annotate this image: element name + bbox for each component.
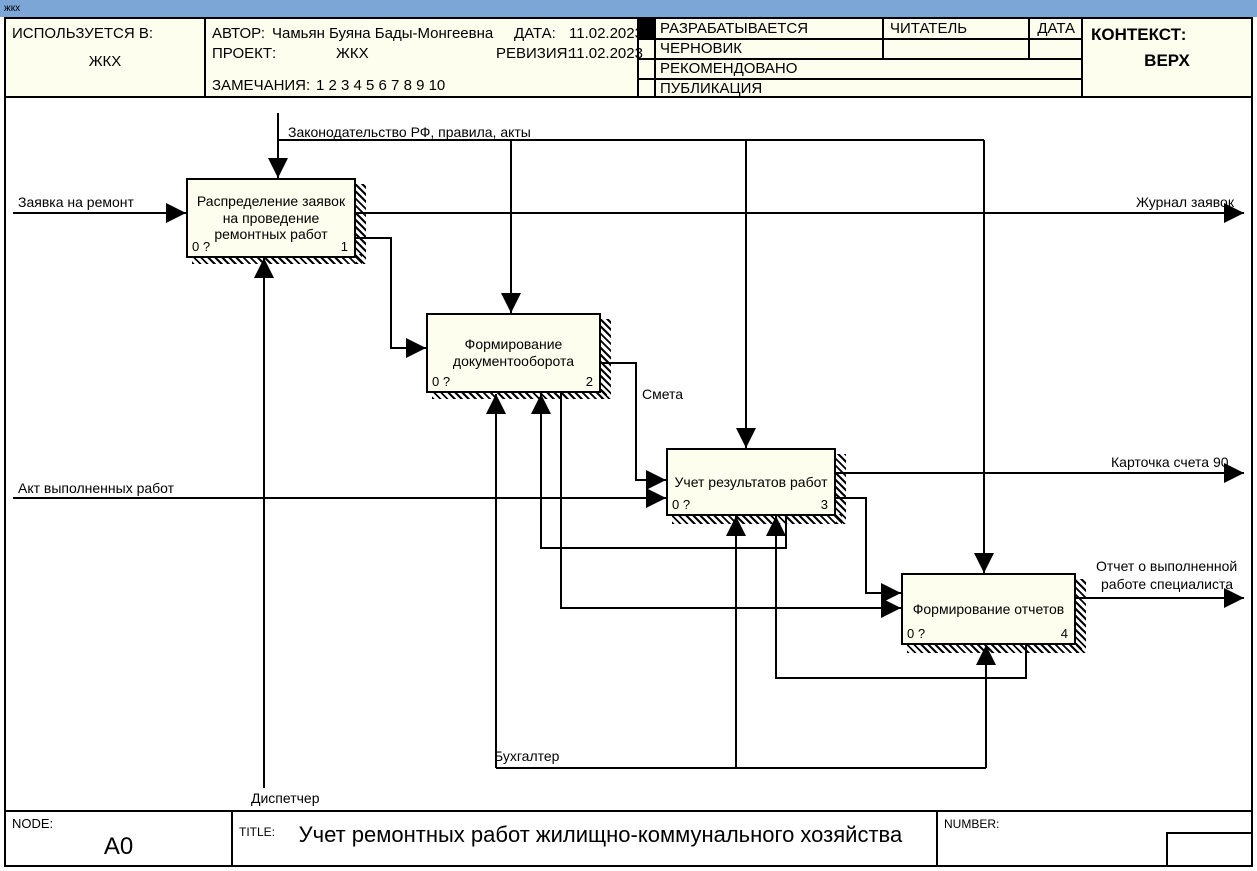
output-account-card: Карточка счета 90 (1111, 454, 1229, 470)
revision-value: 11.02.2023 (569, 45, 643, 62)
project-label: ПРОЕКТ: (212, 45, 276, 62)
block2-title: Формирование документооборота (432, 336, 595, 370)
block4-title: Формирование отчетов (913, 601, 1065, 618)
block3-idx-l: 0 ? (672, 497, 690, 512)
status-reader: ЧИТАТЕЛЬ (886, 19, 1032, 39)
header: ИСПОЛЬЗУЕТСЯ В: ЖКХ АВТОР: Чамьян Буяна … (6, 19, 1251, 98)
node-label: NODE: (12, 816, 53, 831)
block-1-wrapper: Распределение заявок на проведение ремон… (186, 178, 362, 264)
author-value: Чамьян Буяна Бады-Монгеевна (272, 25, 493, 42)
block-form-reports: Формирование отчетов 0 ? 4 (901, 573, 1076, 645)
mechanism-dispatcher: Диспетчер (251, 790, 319, 806)
status-table: РАЗРАБАТЫВАЕТСЯ ЧИТАТЕЛЬ ДАТА ЧЕРНОВИК Р… (639, 19, 1081, 98)
number-label: NUMBER: (944, 817, 999, 831)
block2-idx-l: 0 ? (432, 374, 450, 389)
block1-title: Распределение заявок на проведение ремон… (192, 193, 350, 243)
block-2-wrapper: Формирование документооборота 0 ? 2 (426, 313, 607, 399)
block3-title: Учет результатов работ (675, 474, 828, 491)
block4-idx-r: 4 (1061, 626, 1068, 641)
status-publication: ПУБЛИКАЦИЯ (656, 79, 762, 99)
block3-idx-r: 3 (821, 497, 828, 512)
block1-idx-l: 0 ? (192, 239, 210, 254)
page: жкх ИСПОЛЬЗУЕТСЯ В: ЖКХ АВТОР: Чамьян Бу… (0, 0, 1257, 871)
control-legislation: Законодательство РФ, правила, акты (288, 124, 531, 140)
output-request-journal: Журнал заявок (1136, 194, 1234, 210)
input-repair-request: Заявка на ремонт (18, 194, 134, 210)
status-date: ДАТА (1032, 19, 1081, 39)
status-developing: РАЗРАБАТЫВАЕТСЯ (656, 19, 882, 39)
window-titlebar: жкх (0, 0, 1257, 17)
flow-estimate: Смета (642, 386, 683, 402)
block-work-results: Учет результатов работ 0 ? 3 (666, 448, 836, 516)
mechanism-accountant: Бухгалтер (494, 748, 559, 764)
block-4-wrapper: Формирование отчетов 0 ? 4 (901, 573, 1082, 653)
date-value: 11.02.2023 (569, 25, 643, 42)
block-3-wrapper: Учет результатов работ 0 ? 3 (666, 448, 842, 524)
footer: NODE: А0 TITLE: Учет ремонтных работ жил… (6, 810, 1251, 865)
date-label: ДАТА: (514, 25, 556, 42)
status-recommended: РЕКОМЕНДОВАНО (656, 59, 797, 79)
node-value: А0 (12, 833, 225, 861)
context-value: ВЕРХ (1091, 51, 1243, 71)
block-document-flow: Формирование документооборота 0 ? 2 (426, 313, 601, 393)
diagram-canvas: Законодательство РФ, правила, акты Заявк… (6, 98, 1251, 810)
input-work-act: Акт выполненных работ (18, 480, 174, 496)
output-report-l2: работе специалиста (1101, 576, 1233, 592)
context-label: КОНТЕКСТ: (1091, 25, 1243, 45)
diagram-frame: ИСПОЛЬЗУЕТСЯ В: ЖКХ АВТОР: Чамьян Буяна … (4, 17, 1253, 867)
status-draft: ЧЕРНОВИК (656, 39, 742, 59)
block-distribute-requests: Распределение заявок на проведение ремон… (186, 178, 356, 258)
notes-label: ЗАМЕЧАНИЯ: (212, 77, 310, 94)
notes-value: 1 2 3 4 5 6 7 8 9 10 (316, 77, 445, 94)
block4-idx-l: 0 ? (907, 626, 925, 641)
author-label: АВТОР: (212, 25, 265, 42)
context-box: КОНТЕКСТ: ВЕРХ (1081, 19, 1251, 98)
revision-label: РЕВИЗИЯ: (496, 45, 572, 62)
block2-idx-r: 2 (586, 374, 593, 389)
title-value: Учет ремонтных работ жилищно-коммунально… (299, 822, 903, 847)
output-report-l1: Отчет о выполненной (1096, 558, 1237, 574)
title-label: TITLE: (239, 825, 275, 839)
used-in-value: ЖКХ (6, 53, 204, 70)
project-value: ЖКХ (336, 45, 369, 62)
used-in-label: ИСПОЛЬЗУЕТСЯ В: (12, 25, 153, 42)
block1-idx-r: 1 (341, 239, 348, 254)
